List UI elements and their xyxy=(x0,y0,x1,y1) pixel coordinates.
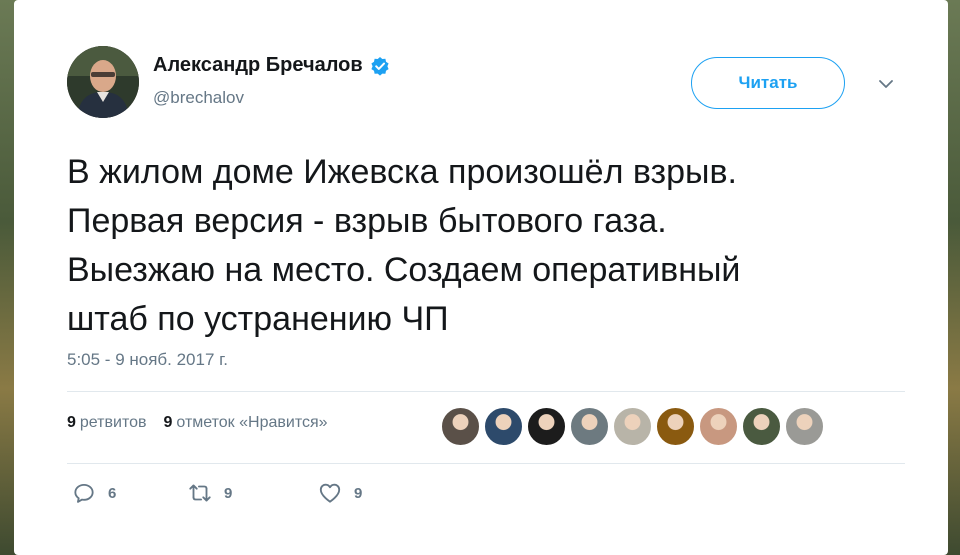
follow-button[interactable]: Читать xyxy=(691,57,845,109)
retweet-button[interactable]: 9 xyxy=(187,480,317,506)
likes-stat[interactable]: 9 отметок «Нравится» xyxy=(163,414,327,432)
liker-avatar[interactable] xyxy=(613,407,652,446)
reply-count: 6 xyxy=(108,484,117,502)
retweet-count: 9 xyxy=(224,484,233,502)
liker-avatar[interactable] xyxy=(699,407,738,446)
retweets-label: ретвитов xyxy=(79,414,147,431)
author-avatar[interactable] xyxy=(67,46,139,118)
divider xyxy=(67,391,905,392)
author-handle[interactable]: @brechalov xyxy=(153,88,244,108)
chevron-down-icon[interactable] xyxy=(876,74,896,94)
tweet-actions: 6 9 9 xyxy=(71,480,362,506)
reply-icon xyxy=(74,483,94,503)
like-count: 9 xyxy=(354,484,363,502)
author-name[interactable]: Александр Бречалов xyxy=(153,54,390,77)
likes-label: отметок «Нравится» xyxy=(176,414,328,431)
verified-badge-icon xyxy=(371,56,389,76)
reply-button[interactable]: 6 xyxy=(71,480,187,506)
tweet-timestamp[interactable]: 5:05 - 9 нояб. 2017 г. xyxy=(67,350,228,370)
liker-avatar[interactable] xyxy=(785,407,824,446)
retweets-count: 9 xyxy=(67,414,76,431)
liker-avatars xyxy=(441,407,824,446)
divider xyxy=(67,463,905,464)
retweet-icon xyxy=(189,484,211,502)
liker-avatar[interactable] xyxy=(527,407,566,446)
author-name-text[interactable]: Александр Бречалов xyxy=(153,54,363,77)
likes-count: 9 xyxy=(163,414,173,431)
liker-avatar[interactable] xyxy=(742,407,781,446)
liker-avatar[interactable] xyxy=(441,407,480,446)
retweets-stat[interactable]: 9 ретвитов xyxy=(67,414,146,432)
tweet-text: В жилом доме Ижевска произошёл взрыв. Пе… xyxy=(67,153,741,338)
liker-avatar[interactable] xyxy=(656,407,695,446)
tweet-card: Александр Бречалов @brechalov Читать В ж… xyxy=(14,0,948,555)
like-button[interactable]: 9 xyxy=(317,480,362,506)
liker-avatar[interactable] xyxy=(570,407,609,446)
heart-icon xyxy=(319,483,341,503)
liker-avatar[interactable] xyxy=(484,407,523,446)
tweet-stats: 9 ретвитов 9 отметок «Нравится» xyxy=(67,414,328,432)
